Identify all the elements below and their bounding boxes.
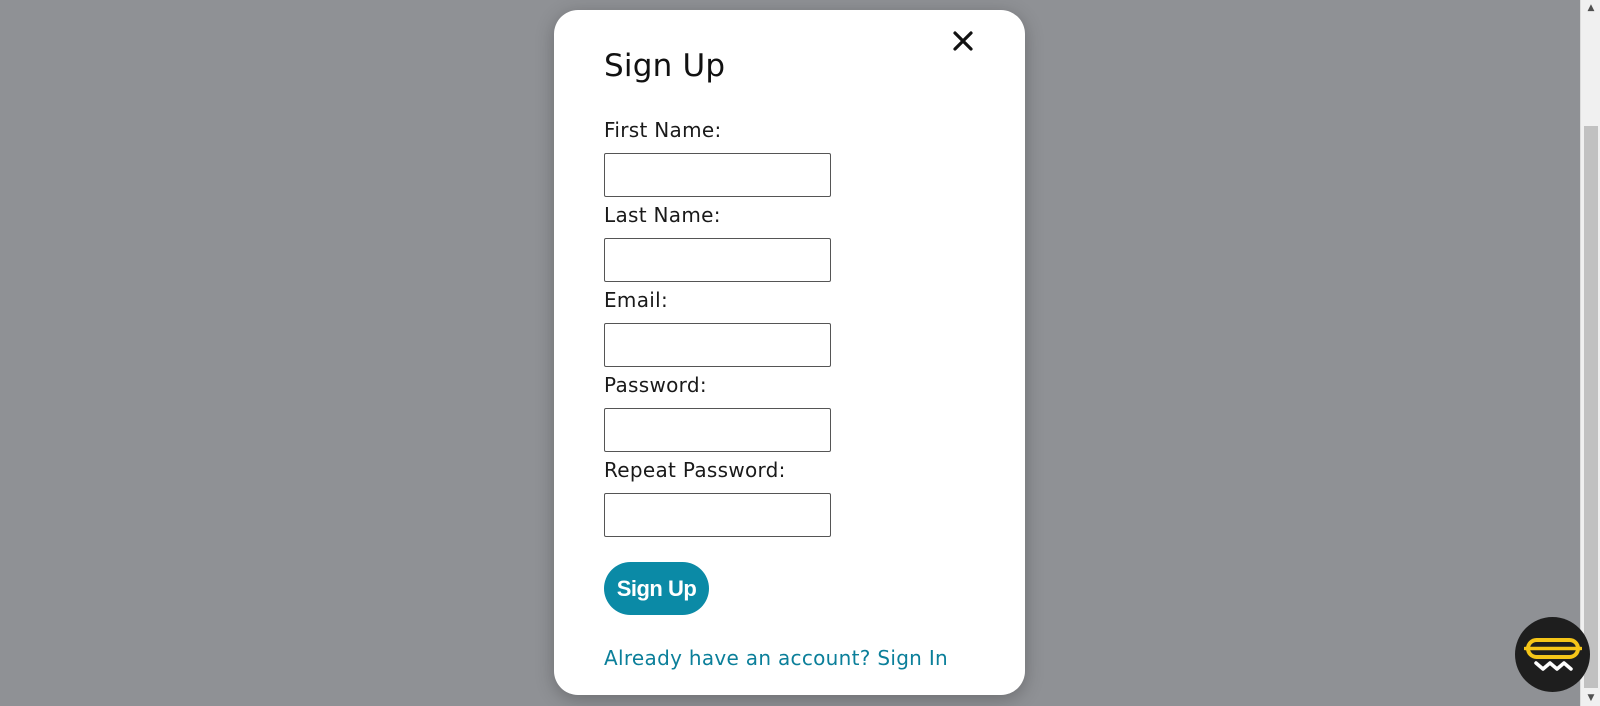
close-button[interactable] bbox=[950, 28, 976, 54]
scroll-down-arrow-icon[interactable]: ▼ bbox=[1581, 690, 1600, 706]
password-input[interactable] bbox=[604, 408, 831, 452]
close-icon bbox=[953, 31, 973, 51]
scrollbar-thumb[interactable] bbox=[1584, 126, 1598, 688]
last-name-input[interactable] bbox=[604, 238, 831, 282]
password-label: Password: bbox=[604, 373, 707, 397]
chat-widget-button[interactable] bbox=[1515, 617, 1590, 692]
vertical-scrollbar[interactable]: ▲ ▼ bbox=[1580, 0, 1600, 706]
first-name-input[interactable] bbox=[604, 153, 831, 197]
email-input[interactable] bbox=[604, 323, 831, 367]
repeat-password-input[interactable] bbox=[604, 493, 831, 537]
last-name-label: Last Name: bbox=[604, 203, 721, 227]
signup-submit-button[interactable]: Sign Up bbox=[604, 562, 709, 615]
page: Sign Up First Name: Last Name: Email: Pa… bbox=[0, 0, 1600, 706]
scroll-up-arrow-icon[interactable]: ▲ bbox=[1581, 0, 1600, 16]
first-name-label: First Name: bbox=[604, 118, 722, 142]
signin-link[interactable]: Already have an account? Sign In bbox=[604, 646, 948, 670]
hotdog-icon bbox=[1523, 637, 1582, 671]
signup-modal: Sign Up First Name: Last Name: Email: Pa… bbox=[554, 10, 1025, 695]
repeat-password-label: Repeat Password: bbox=[604, 458, 786, 482]
email-label: Email: bbox=[604, 288, 669, 312]
modal-title: Sign Up bbox=[604, 48, 726, 84]
